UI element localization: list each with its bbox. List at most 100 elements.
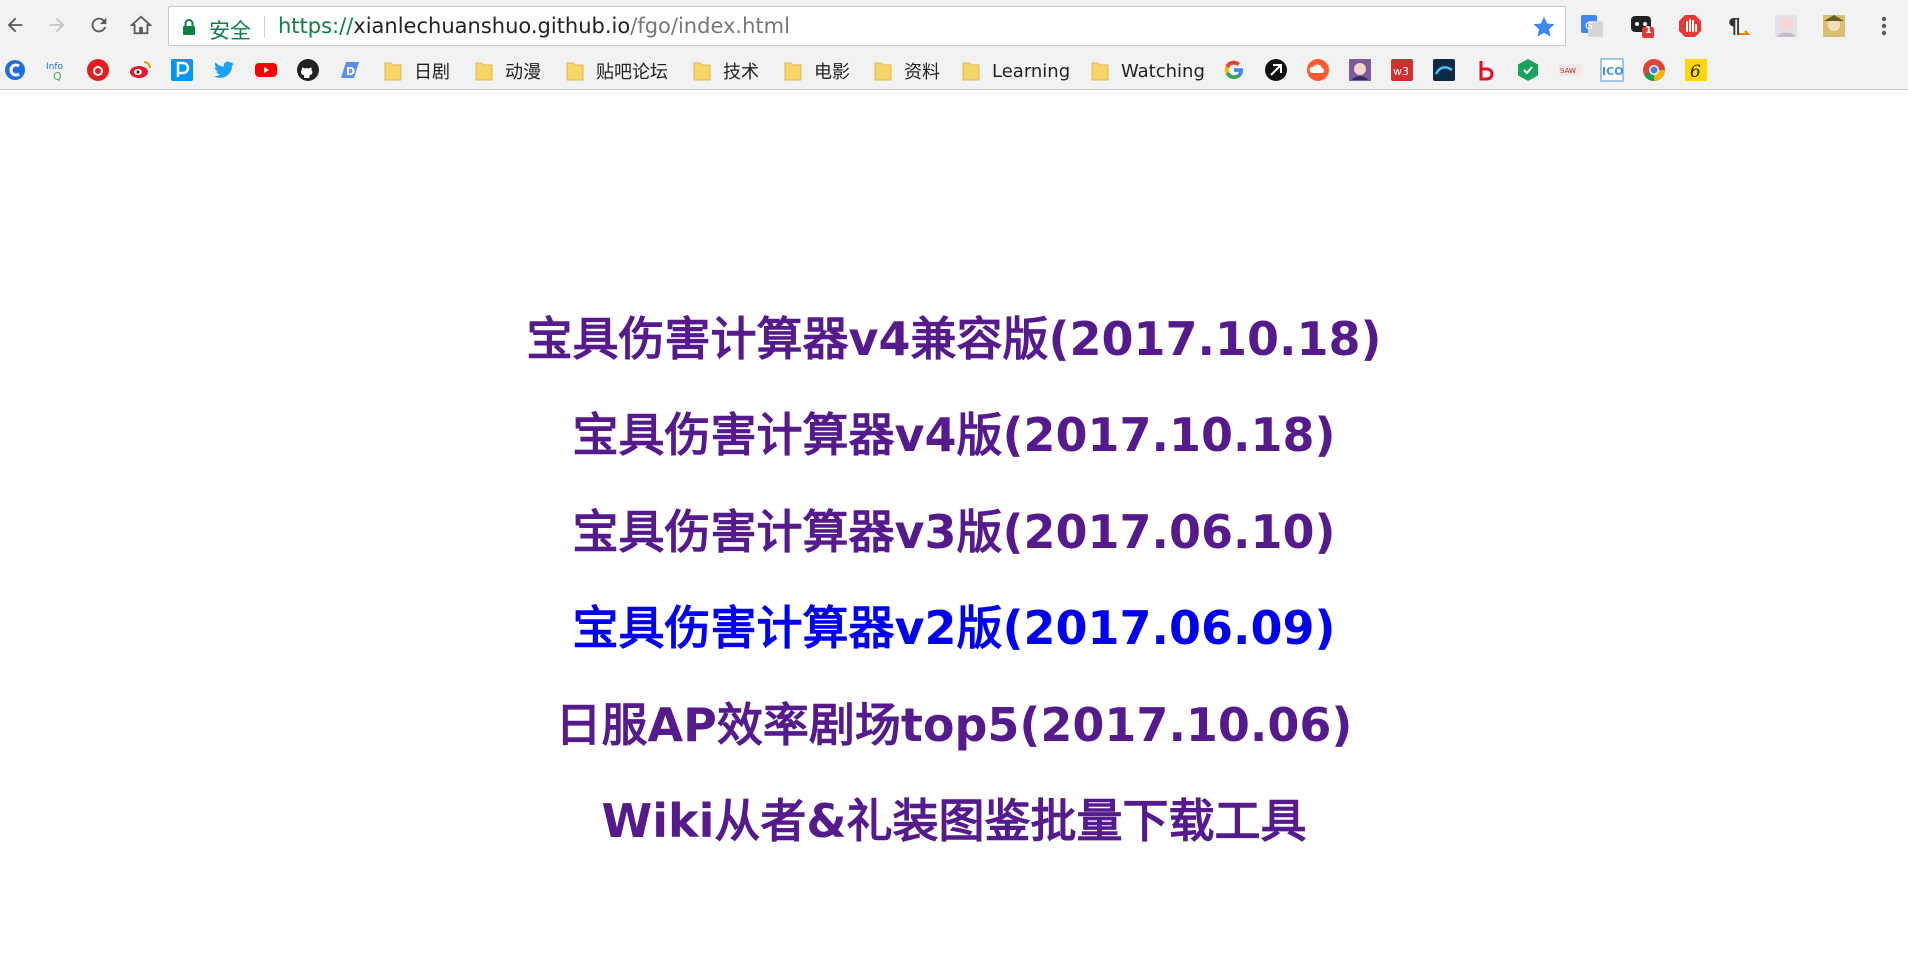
link-wiki-servant-ce-downloader[interactable]: Wiki从者&礼装图鉴批量下载工具 bbox=[0, 773, 1908, 869]
bookmark-folder-watching[interactable]: Watching bbox=[1091, 56, 1205, 86]
svg-text:ICO: ICO bbox=[1602, 65, 1624, 78]
bookmark-yellow-six[interactable]: 6 bbox=[1684, 58, 1708, 82]
netease-music-icon bbox=[87, 59, 109, 81]
bookmark-red-b[interactable] bbox=[1474, 58, 1498, 82]
pilcrow-extension[interactable]: ¶ bbox=[1724, 12, 1752, 40]
bookmark-folder-label: Learning bbox=[992, 60, 1071, 82]
black-circle-icon bbox=[1265, 59, 1287, 81]
svg-text:Q: Q bbox=[53, 70, 62, 82]
bookmark-folder-tech[interactable]: 技术 bbox=[693, 56, 759, 86]
bookmark-w3[interactable]: w3 bbox=[1390, 58, 1414, 82]
translate-icon: G bbox=[1581, 15, 1603, 37]
bookmark-anime-girl[interactable] bbox=[1348, 58, 1372, 82]
reload-icon bbox=[91, 17, 107, 33]
link-list: 宝具伤害计算器v4兼容版(2017.10.18) 宝具伤害计算器v4版(2017… bbox=[0, 291, 1908, 869]
green-hex-icon bbox=[1518, 59, 1538, 81]
google-icon bbox=[1224, 60, 1244, 80]
svg-text:¶: ¶ bbox=[1728, 14, 1741, 38]
bookmark-blue-d[interactable]: D bbox=[338, 58, 362, 82]
infoq-icon: InfoQ bbox=[46, 62, 64, 82]
chrome-menu-button[interactable] bbox=[1870, 12, 1898, 40]
anime-girl-icon bbox=[1349, 59, 1371, 81]
bookmark-blue-c[interactable] bbox=[3, 58, 27, 82]
link-jp-ap-efficiency-top5[interactable]: 日服AP效率剧场top5(2017.10.06) bbox=[0, 677, 1908, 773]
folder-icon bbox=[475, 62, 493, 81]
bookmark-ico[interactable]: ICO bbox=[1600, 58, 1624, 82]
security-label: 安全 bbox=[209, 19, 251, 43]
bookmark-folder-label: 贴吧论坛 bbox=[596, 62, 668, 83]
avatar-icon bbox=[1775, 15, 1797, 37]
bookmark-star-icon[interactable] bbox=[1531, 14, 1557, 40]
home-icon bbox=[130, 15, 152, 35]
browser-toolbar: 安全 https://xianlechuanshuo.github.io/fgo… bbox=[0, 0, 1908, 52]
bookmark-pixiv[interactable] bbox=[170, 58, 194, 82]
svg-text:6: 6 bbox=[1690, 62, 1701, 82]
link-np-damage-calculator-v3[interactable]: 宝具伤害计算器v3版(2017.06.10) bbox=[0, 484, 1908, 580]
forward-button[interactable] bbox=[42, 10, 72, 40]
ico-icon: ICO bbox=[1600, 58, 1624, 82]
bookmark-infoq[interactable]: Info Q bbox=[45, 58, 69, 82]
bookmark-folder-movies[interactable]: 电影 bbox=[784, 56, 850, 86]
bookmark-youtube[interactable] bbox=[254, 58, 278, 82]
twitter-icon bbox=[214, 61, 234, 78]
folder-icon bbox=[784, 62, 802, 81]
bookmark-weibo[interactable] bbox=[128, 58, 152, 82]
google-translate-extension[interactable]: G bbox=[1578, 12, 1606, 40]
home-button[interactable] bbox=[126, 10, 156, 40]
bookmark-black-circle[interactable] bbox=[1264, 58, 1288, 82]
bookmark-folder-japanese-drama[interactable]: 日剧 bbox=[384, 56, 450, 86]
folder-icon bbox=[962, 62, 980, 81]
orange-cloud-icon bbox=[1307, 59, 1329, 81]
back-button[interactable] bbox=[0, 10, 30, 40]
notification-extension[interactable]: 1 bbox=[1628, 12, 1656, 40]
folder-icon bbox=[566, 62, 584, 81]
svg-text:D: D bbox=[346, 65, 355, 78]
bookmark-orange-cloud[interactable] bbox=[1306, 58, 1330, 82]
url-path: /fgo/index.html bbox=[630, 14, 790, 38]
weibo-icon bbox=[130, 61, 151, 78]
chrome-icon bbox=[1643, 59, 1665, 81]
bookmark-chrome[interactable] bbox=[1642, 58, 1666, 82]
bookmarks-bar: Info Q D 日剧 动漫 贴吧论坛 技术 电影 资料 Learning Wat… bbox=[0, 52, 1908, 90]
bookmark-folder-forums[interactable]: 贴吧论坛 bbox=[566, 56, 668, 86]
address-bar[interactable]: 安全 https://xianlechuanshuo.github.io/fgo… bbox=[168, 6, 1566, 46]
bookmark-small-banner[interactable]: SAW bbox=[1558, 58, 1582, 82]
folder-icon bbox=[384, 62, 402, 81]
url-text[interactable]: https://xianlechuanshuo.github.io/fgo/in… bbox=[278, 14, 790, 38]
extension-badge: 1 bbox=[1645, 25, 1652, 36]
bookmark-folder-label: 动漫 bbox=[505, 62, 541, 83]
bookmark-folder-learning[interactable]: Learning bbox=[962, 56, 1070, 86]
bookmark-folder-resources[interactable]: 资料 bbox=[874, 56, 940, 86]
link-np-damage-calculator-v4[interactable]: 宝具伤害计算器v4版(2017.10.18) bbox=[0, 387, 1908, 483]
blue-d-icon: D bbox=[341, 62, 359, 78]
link-np-damage-calculator-v4-compat[interactable]: 宝具伤害计算器v4兼容版(2017.10.18) bbox=[0, 291, 1908, 387]
bookmark-dark-wave[interactable] bbox=[1432, 58, 1456, 82]
reload-button[interactable] bbox=[84, 10, 114, 40]
blue-c-icon bbox=[5, 60, 25, 80]
bookmark-green-hex[interactable] bbox=[1516, 58, 1540, 82]
address-bar-divider bbox=[264, 16, 265, 38]
bookmark-folder-label: Watching bbox=[1121, 60, 1205, 82]
adblock-extension[interactable] bbox=[1676, 12, 1704, 40]
svg-text:G: G bbox=[1585, 21, 1593, 32]
bookmark-google[interactable] bbox=[1222, 58, 1246, 82]
youtube-icon bbox=[255, 63, 277, 77]
folder-icon bbox=[1091, 62, 1109, 81]
bookmark-folder-label: 技术 bbox=[723, 62, 759, 83]
bookmark-github[interactable] bbox=[296, 58, 320, 82]
svg-text:SAW: SAW bbox=[1560, 67, 1576, 75]
link-np-damage-calculator-v2[interactable]: 宝具伤害计算器v2版(2017.06.09) bbox=[0, 580, 1908, 676]
character-icon bbox=[1823, 15, 1845, 37]
red-b-icon bbox=[1479, 61, 1494, 81]
bookmark-netease-music[interactable] bbox=[86, 58, 110, 82]
bookmark-folder-label: 电影 bbox=[814, 62, 850, 83]
hand-stop-icon bbox=[1679, 15, 1701, 37]
bookmark-folder-label: 日剧 bbox=[414, 62, 450, 83]
w3-icon: w3 bbox=[1391, 59, 1413, 81]
yellow-six-icon: 6 bbox=[1685, 59, 1707, 82]
character-extension[interactable] bbox=[1820, 12, 1848, 40]
url-scheme: https:// bbox=[278, 14, 354, 38]
anime-avatar-extension[interactable] bbox=[1772, 12, 1800, 40]
bookmark-twitter[interactable] bbox=[212, 58, 236, 82]
bookmark-folder-anime[interactable]: 动漫 bbox=[475, 56, 541, 86]
